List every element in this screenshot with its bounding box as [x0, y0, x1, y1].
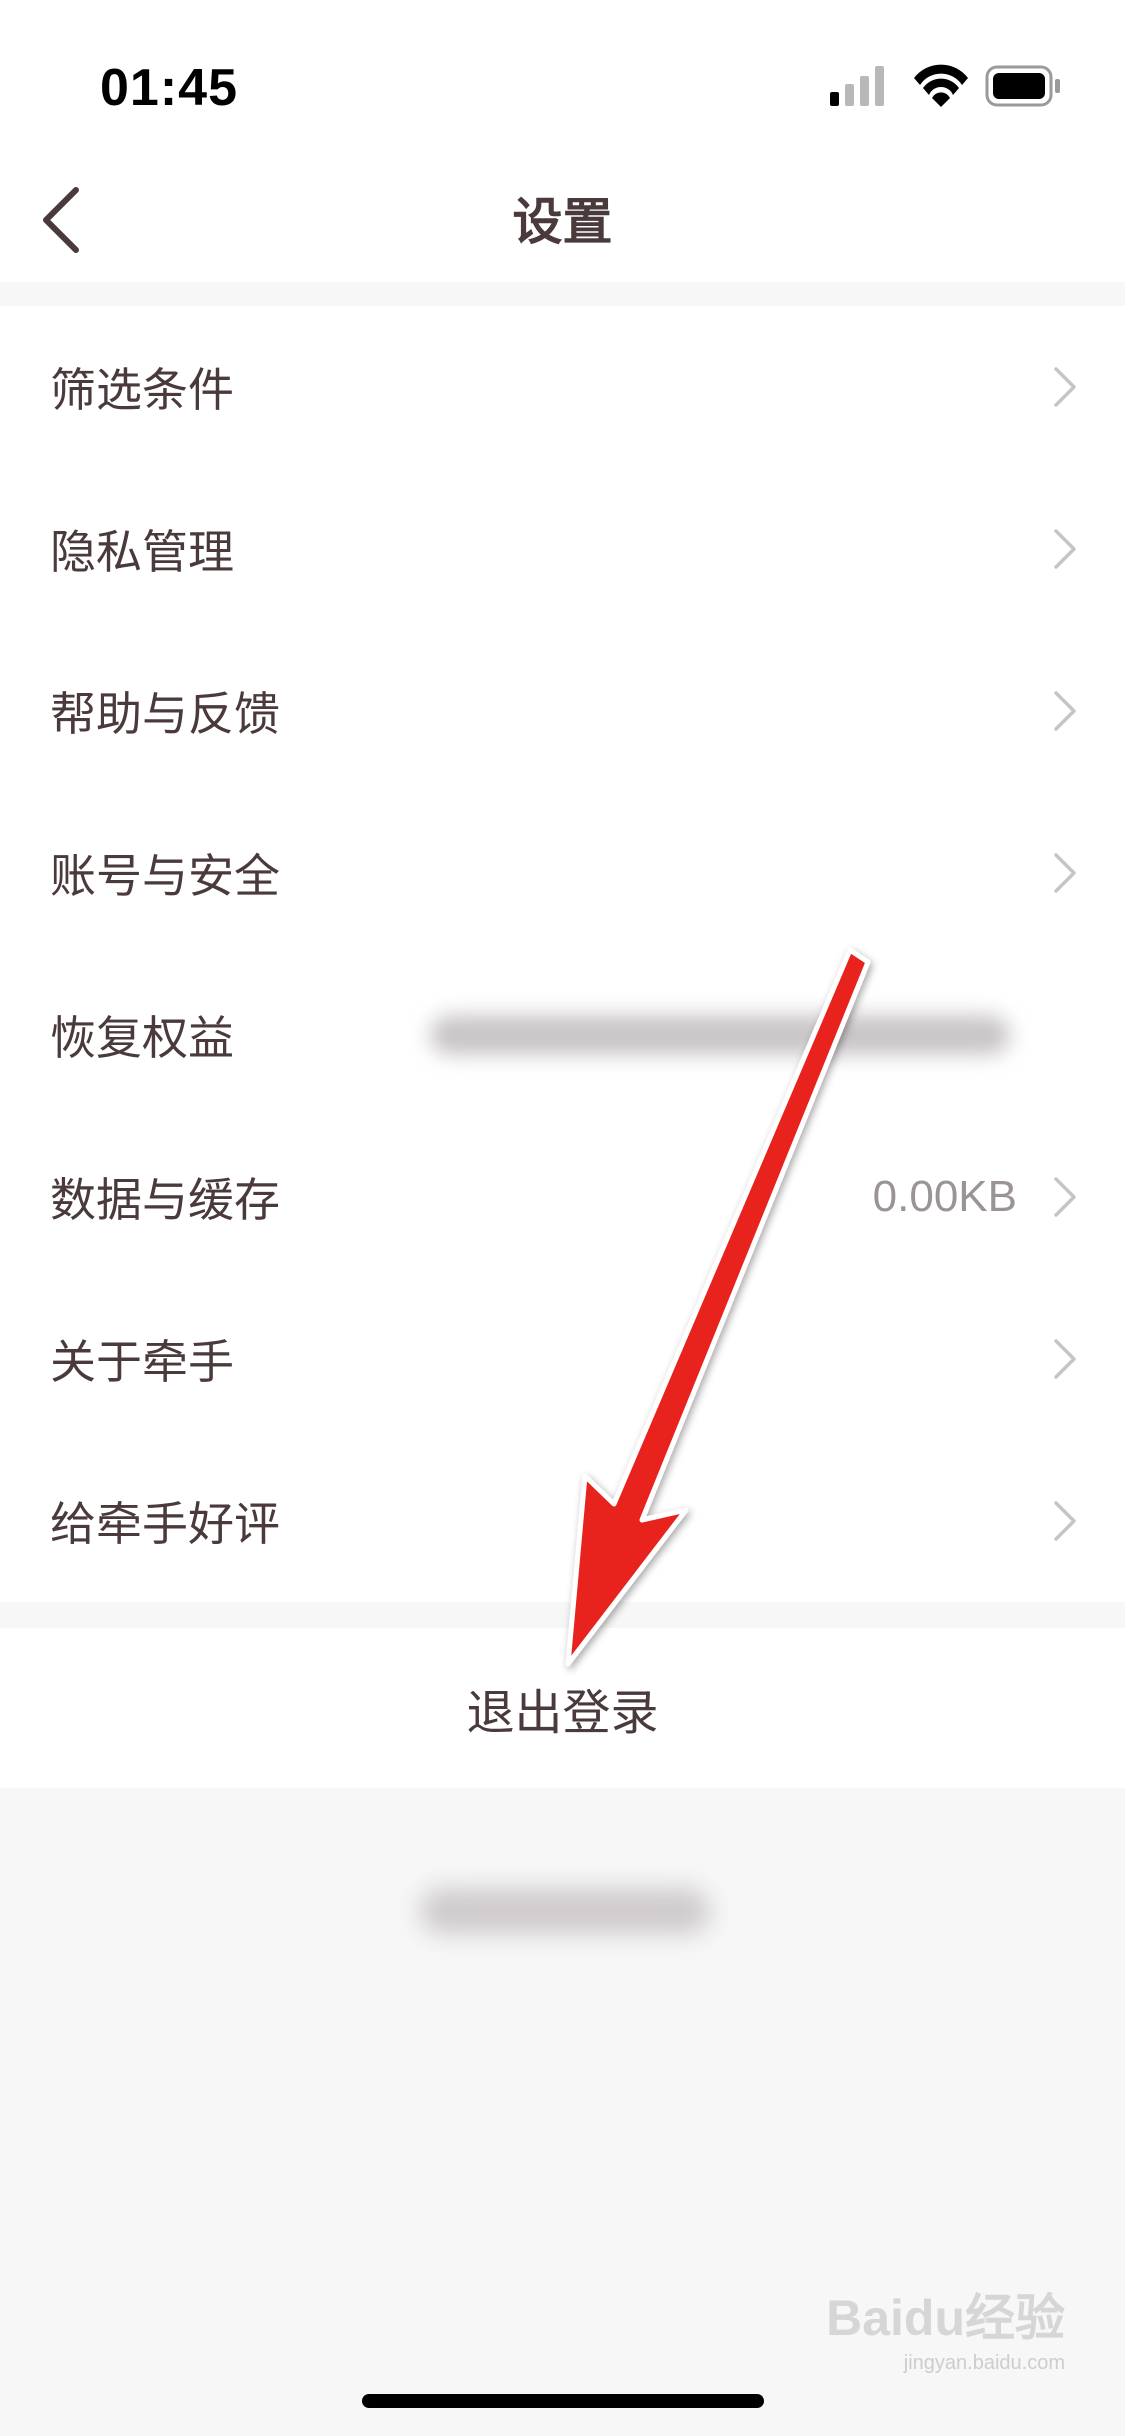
- settings-item-privacy[interactable]: 隐私管理: [0, 468, 1125, 630]
- settings-item-label: 隐私管理: [50, 525, 234, 579]
- redacted-footer-text: [420, 1888, 710, 1934]
- logout-button[interactable]: 退出登录: [0, 1628, 1125, 1788]
- chevron-right-icon: [1054, 1177, 1076, 1217]
- status-time: 01:45: [100, 59, 238, 117]
- chevron-right-icon: [1054, 1339, 1076, 1379]
- battery-icon: [985, 65, 1060, 107]
- settings-item-label: 关于牵手: [50, 1335, 234, 1389]
- chevron-right-icon: [1054, 853, 1076, 893]
- home-indicator[interactable]: [362, 2394, 764, 2408]
- page-title: 设置: [512, 193, 613, 251]
- settings-item-label: 帮助与反馈: [50, 687, 280, 741]
- baidu-watermark: Baidu经验 jingyan.baidu.com: [826, 2278, 1065, 2375]
- watermark-brand: Baidu经验: [826, 2290, 1065, 2346]
- redacted-text: [430, 1015, 1010, 1055]
- settings-item-restore[interactable]: 恢复权益: [0, 954, 1125, 1116]
- wifi-icon: [914, 64, 968, 107]
- settings-item-rate[interactable]: 给牵手好评: [0, 1440, 1125, 1602]
- settings-item-account[interactable]: 账号与安全: [0, 792, 1125, 954]
- settings-item-data-cache[interactable]: 数据与缓存 0.00KB: [0, 1116, 1125, 1278]
- logout-label: 退出登录: [466, 1685, 659, 1741]
- settings-item-help[interactable]: 帮助与反馈: [0, 630, 1125, 792]
- cache-size-value: 0.00KB: [872, 1172, 1017, 1221]
- chevron-right-icon: [1054, 691, 1076, 731]
- settings-item-label: 恢复权益: [50, 1011, 234, 1065]
- chevron-right-icon: [1054, 1501, 1076, 1541]
- chevron-right-icon: [1054, 367, 1076, 407]
- settings-item-label: 账号与安全: [50, 849, 280, 903]
- settings-item-filter[interactable]: 筛选条件: [0, 306, 1125, 468]
- settings-item-label: 筛选条件: [50, 363, 234, 417]
- nav-bar: 设置: [0, 150, 1125, 282]
- cellular-signal-icon: [830, 66, 884, 106]
- status-icons: [830, 62, 1070, 112]
- status-bar: 01:45: [0, 0, 1125, 150]
- settings-list: 筛选条件 隐私管理 帮助与反馈 账号与安全 恢复权益 数据与缓存 0.00KB …: [0, 306, 1125, 1602]
- chevron-right-icon: [1054, 529, 1076, 569]
- settings-item-label: 数据与缓存: [50, 1173, 280, 1227]
- settings-item-label: 给牵手好评: [50, 1497, 280, 1551]
- settings-item-about[interactable]: 关于牵手: [0, 1278, 1125, 1440]
- watermark-url: jingyan.baidu.com: [903, 2352, 1065, 2374]
